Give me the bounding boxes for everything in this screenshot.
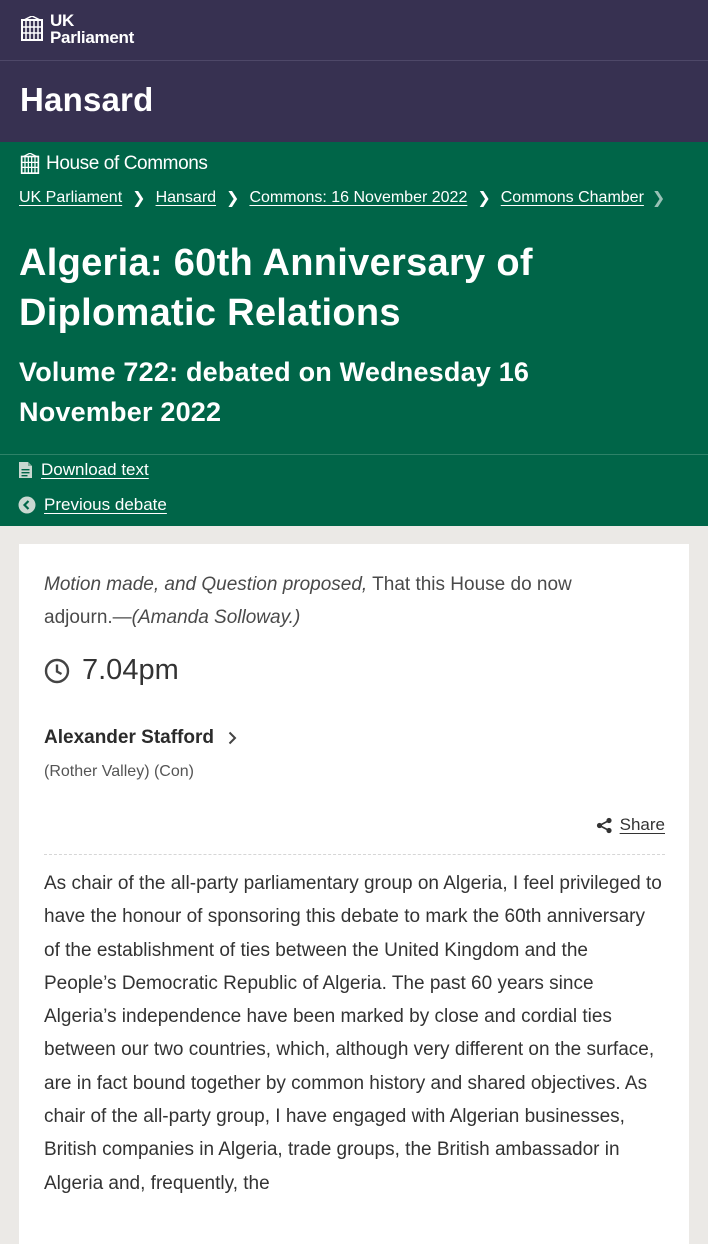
download-text-label: Download text [41, 460, 149, 479]
house-of-commons: House of Commons [20, 153, 208, 175]
divider [0, 454, 708, 455]
breadcrumb-commons-date[interactable]: Commons: 16 November 2022 [249, 189, 467, 207]
member-link[interactable]: Alexander Stafford [44, 727, 237, 749]
debate-title: Algeria: 60th Anniversary of Diplomatic … [19, 242, 533, 334]
parliament-header: UK Parliament [0, 0, 708, 61]
motion-italic: Motion made, and Question proposed, [44, 574, 368, 595]
document-icon [19, 462, 32, 478]
chevron-right-icon: ❯ [477, 190, 491, 207]
debate-header: House of Commons UK Parliament ❯ Hansard… [0, 142, 708, 526]
debate-volume: Volume 722: debated on Wednesday 16 Nove… [19, 357, 530, 427]
clock-icon [44, 658, 70, 683]
previous-arrow-icon [18, 496, 36, 514]
motion-mover: (Amanda Solloway.) [131, 607, 301, 628]
previous-debate-label: Previous debate [44, 495, 167, 514]
brand-text: UK Parliament [50, 12, 134, 46]
breadcrumb: UK Parliament ❯ Hansard ❯ Commons: 16 No… [19, 188, 675, 208]
share-icon [596, 817, 612, 833]
chevron-right-icon [228, 731, 237, 745]
previous-debate-link[interactable]: Previous debate [18, 495, 167, 515]
member-name: Alexander Stafford [44, 727, 214, 748]
brand-line-1: UK [50, 11, 74, 30]
debate-content: Motion made, and Question proposed, That… [19, 544, 689, 1244]
portcullis-icon [20, 153, 40, 174]
download-text-link[interactable]: Download text [18, 460, 149, 480]
divider [44, 854, 665, 855]
uk-parliament-logo[interactable]: UK Parliament [20, 12, 134, 46]
breadcrumb-hansard[interactable]: Hansard [156, 189, 216, 207]
brand-line-2: Parliament [50, 28, 134, 47]
chevron-right-icon: ❯ [132, 190, 146, 207]
member-constituency: (Rother Valley) (Con) [44, 763, 194, 780]
motion-text: Motion made, and Question proposed, That… [44, 568, 644, 634]
breadcrumb-uk-parliament[interactable]: UK Parliament [19, 189, 122, 207]
chevron-right-icon: ❯ [226, 190, 240, 207]
share-button[interactable]: Share [596, 815, 665, 835]
time-label: 7.04pm [82, 654, 179, 686]
hansard-title[interactable]: Hansard [20, 81, 153, 119]
portcullis-icon [21, 16, 43, 41]
speech-time: 7.04pm [44, 654, 179, 687]
chevron-right-icon: ❯ [651, 190, 666, 207]
speech-text: As chair of the all-party parliamentary … [44, 873, 662, 1194]
share-label: Share [619, 815, 665, 834]
breadcrumb-commons-chamber[interactable]: Commons Chamber [501, 189, 644, 207]
house-label: House of Commons [46, 153, 208, 174]
hansard-bar: Hansard [0, 61, 708, 142]
